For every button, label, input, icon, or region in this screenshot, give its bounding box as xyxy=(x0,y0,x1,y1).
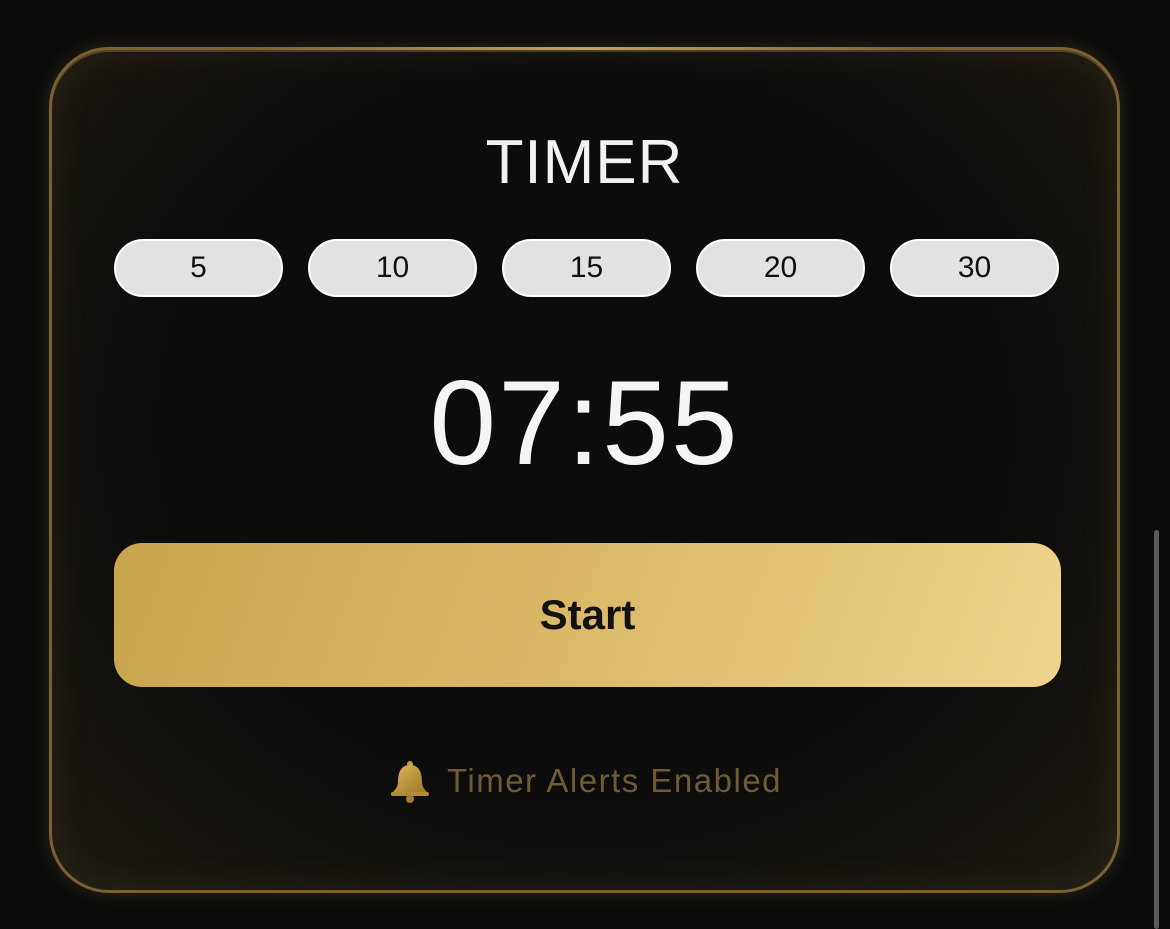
start-button[interactable]: Start xyxy=(114,543,1061,687)
start-button-label: Start xyxy=(539,591,636,638)
preset-button-15[interactable]: 15 xyxy=(502,239,671,297)
preset-button-20[interactable]: 20 xyxy=(696,239,865,297)
preset-button-5[interactable]: 5 xyxy=(114,239,283,297)
timer-title: TIMER xyxy=(485,128,684,197)
alerts-status: Timer Alerts Enabled xyxy=(52,758,1117,804)
preset-button-30[interactable]: 30 xyxy=(890,239,1059,297)
scrollbar[interactable] xyxy=(1154,530,1159,929)
bell-icon xyxy=(390,761,429,803)
timer-card: TIMER 5 10 15 20 30 07:55 Start Timer Al… xyxy=(49,47,1120,893)
time-display: 07:55 xyxy=(429,356,740,490)
preset-button-10[interactable]: 10 xyxy=(308,239,477,297)
alerts-text: Timer Alerts Enabled xyxy=(446,762,783,799)
timer-screen: TIMER 5 10 15 20 30 07:55 Start Timer Al… xyxy=(0,0,1170,929)
preset-buttons: 5 10 15 20 30 xyxy=(114,239,1059,297)
